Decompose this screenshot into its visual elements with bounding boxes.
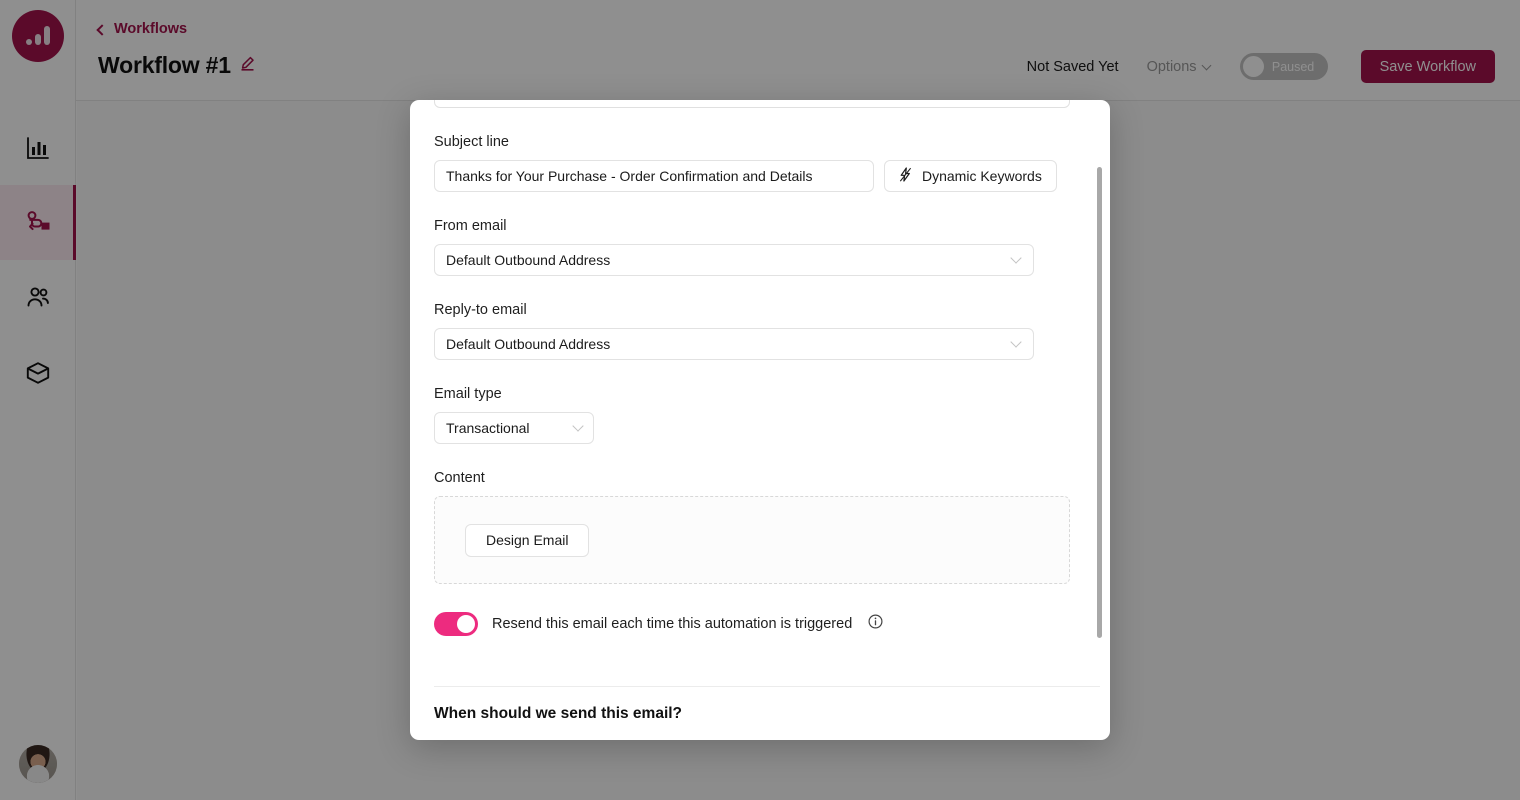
dynamic-keywords-label: Dynamic Keywords — [922, 168, 1042, 184]
resend-toggle[interactable] — [434, 612, 478, 636]
reply-to-email-value: Default Outbound Address — [446, 336, 611, 352]
email-type-select[interactable]: Transactional — [434, 412, 594, 444]
subject-input[interactable] — [434, 160, 874, 192]
toggle-knob — [457, 615, 475, 633]
chevron-down-icon — [1010, 336, 1022, 348]
design-email-button[interactable]: Design Email — [465, 523, 590, 557]
lightning-bolt-icon — [899, 167, 912, 185]
app-root: Workflows Workflow #1 Not Saved Yet Opti… — [0, 0, 1520, 800]
subject-line-label: Subject line — [434, 134, 509, 150]
dynamic-keywords-button[interactable]: Dynamic Keywords — [884, 160, 1057, 192]
subject-line-row: Dynamic Keywords — [434, 160, 1057, 192]
email-settings-modal: Subject line Dynamic Keywords — [410, 100, 1110, 740]
modal-scrollbar[interactable] — [1097, 167, 1102, 638]
content-dropzone[interactable]: Design Email — [434, 496, 1070, 584]
email-type-group: Email type Transactional — [434, 386, 594, 444]
email-type-label: Email type — [434, 386, 502, 402]
from-email-value: Default Outbound Address — [446, 252, 611, 268]
chevron-down-icon — [1010, 252, 1022, 264]
from-email-group: From email Default Outbound Address — [434, 218, 1034, 276]
from-email-select[interactable]: Default Outbound Address — [434, 244, 1034, 276]
modal-scroll-area: Subject line Dynamic Keywords — [410, 100, 1110, 740]
resend-row: Resend this email each time this automat… — [434, 612, 883, 636]
content-label: Content — [434, 470, 485, 486]
reply-to-email-select[interactable]: Default Outbound Address — [434, 328, 1034, 360]
section-divider — [434, 686, 1100, 687]
reply-to-email-group: Reply-to email Default Outbound Address — [434, 302, 1034, 360]
clipped-field-above[interactable] — [434, 100, 1070, 108]
email-type-value: Transactional — [446, 420, 530, 436]
reply-to-email-label: Reply-to email — [434, 302, 527, 318]
resend-label: Resend this email each time this automat… — [492, 616, 853, 632]
from-email-label: From email — [434, 218, 507, 234]
chevron-down-icon — [572, 420, 584, 432]
info-circle-icon[interactable] — [868, 614, 883, 634]
content-group: Content Design Email — [434, 470, 1070, 584]
subject-line-group: Subject line Dynamic Keywords — [434, 134, 1057, 192]
next-section-heading: When should we send this email? — [434, 705, 683, 722]
